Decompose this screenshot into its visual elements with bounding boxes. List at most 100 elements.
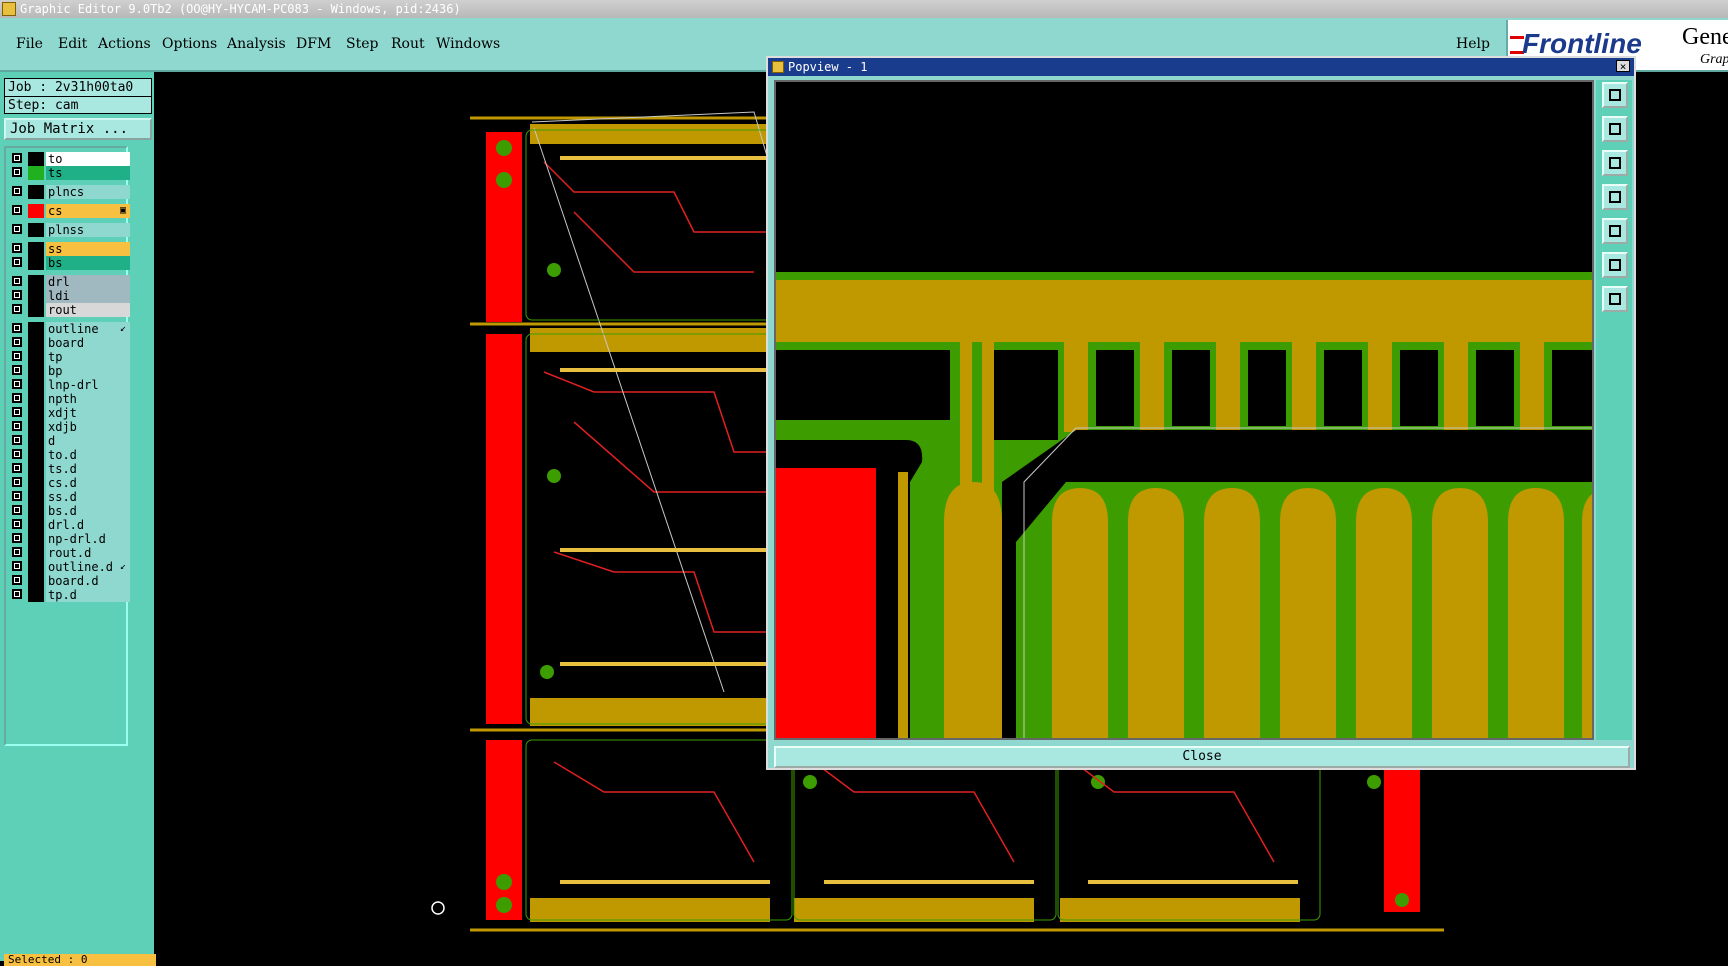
layer-color-swatch[interactable] <box>28 532 44 546</box>
layer-checkbox[interactable] <box>12 575 22 585</box>
layer-name[interactable]: npth <box>46 392 130 406</box>
menu-step[interactable]: Step <box>346 36 378 52</box>
layer-name[interactable]: drl.d <box>46 518 130 532</box>
layer-checkbox[interactable] <box>12 257 22 267</box>
layer-color-swatch[interactable] <box>28 588 44 602</box>
layer-row-to[interactable]: to <box>10 152 130 166</box>
layer-color-swatch[interactable] <box>28 392 44 406</box>
layer-name[interactable]: lnp-drl <box>46 378 130 392</box>
pan-right-icon[interactable] <box>1602 218 1628 244</box>
layer-color-swatch[interactable] <box>28 364 44 378</box>
layer-color-swatch[interactable] <box>28 256 44 270</box>
layer-color-swatch[interactable] <box>28 490 44 504</box>
layer-name[interactable]: plncs <box>46 185 130 199</box>
zoom-home-icon[interactable] <box>1602 82 1628 108</box>
zoom-in-icon[interactable] <box>1602 252 1628 278</box>
layer-color-swatch[interactable] <box>28 322 44 336</box>
layer-name[interactable]: rout <box>46 303 130 317</box>
layer-checkbox[interactable] <box>12 393 22 403</box>
menu-actions[interactable]: Actions <box>98 36 151 52</box>
layer-checkbox[interactable] <box>12 243 22 253</box>
layer-checkbox[interactable] <box>12 224 22 234</box>
layer-row-tp-d[interactable]: tp.d <box>10 588 130 602</box>
layer-color-swatch[interactable] <box>28 560 44 574</box>
layer-row-plncs[interactable]: plncs <box>10 185 130 199</box>
layer-row-npth[interactable]: npth <box>10 392 130 406</box>
layer-row-ss[interactable]: ss <box>10 242 130 256</box>
layer-row-to-d[interactable]: to.d <box>10 448 130 462</box>
menu-dfm[interactable]: DFM <box>296 36 331 52</box>
layer-name[interactable]: xdjt <box>46 406 130 420</box>
layer-checkbox[interactable] <box>12 435 22 445</box>
layer-name[interactable]: ts <box>46 166 130 180</box>
layer-color-swatch[interactable] <box>28 504 44 518</box>
popview-close-icon[interactable]: × <box>1616 60 1630 72</box>
layer-color-swatch[interactable] <box>28 223 44 237</box>
layer-row-board[interactable]: board <box>10 336 130 350</box>
layer-checkbox[interactable] <box>12 533 22 543</box>
popview-close-button[interactable]: Close <box>774 746 1630 768</box>
layer-color-swatch[interactable] <box>28 406 44 420</box>
layer-color-swatch[interactable] <box>28 434 44 448</box>
layer-checkbox[interactable] <box>12 186 22 196</box>
layer-row-drl[interactable]: drl <box>10 275 130 289</box>
layer-name[interactable]: to <box>46 152 130 166</box>
menu-file[interactable]: File <box>16 36 43 52</box>
pan-left-icon[interactable] <box>1602 184 1628 210</box>
layer-checkbox[interactable] <box>12 153 22 163</box>
layer-name[interactable]: ldi <box>46 289 130 303</box>
layer-checkbox[interactable] <box>12 477 22 487</box>
layer-name[interactable]: board <box>46 336 130 350</box>
layer-row-plnss[interactable]: plnss <box>10 223 130 237</box>
layer-name[interactable]: ts.d <box>46 462 130 476</box>
layer-checkbox[interactable] <box>12 589 22 599</box>
layer-color-swatch[interactable] <box>28 275 44 289</box>
layer-color-swatch[interactable] <box>28 420 44 434</box>
layer-row-tp[interactable]: tp <box>10 350 130 364</box>
layer-name[interactable]: tp.d <box>46 588 130 602</box>
layer-checkbox[interactable] <box>12 304 22 314</box>
layer-checkbox[interactable] <box>12 323 22 333</box>
layer-color-swatch[interactable] <box>28 574 44 588</box>
layer-checkbox[interactable] <box>12 449 22 459</box>
layer-color-swatch[interactable] <box>28 462 44 476</box>
layer-name[interactable]: outline ↙ <box>46 322 130 336</box>
layer-checkbox[interactable] <box>12 463 22 473</box>
layer-name[interactable]: plnss <box>46 223 130 237</box>
layer-row-np-drl-d[interactable]: np-drl.d <box>10 532 130 546</box>
layer-color-swatch[interactable] <box>28 242 44 256</box>
layer-color-swatch[interactable] <box>28 185 44 199</box>
menu-edit[interactable]: Edit <box>58 36 87 52</box>
menu-windows[interactable]: Windows <box>436 36 500 52</box>
menu-options[interactable]: Options <box>162 36 217 52</box>
layer-row-ts[interactable]: ts <box>10 166 130 180</box>
layer-row-ss-d[interactable]: ss.d <box>10 490 130 504</box>
layer-name[interactable]: bp <box>46 364 130 378</box>
layer-row-bs[interactable]: bs <box>10 256 130 270</box>
layer-row-rout[interactable]: rout <box>10 303 130 317</box>
layer-checkbox[interactable] <box>12 421 22 431</box>
layer-name[interactable]: bs.d <box>46 504 130 518</box>
layer-color-swatch[interactable] <box>28 152 44 166</box>
layer-name[interactable]: ss <box>46 242 130 256</box>
layer-checkbox[interactable] <box>12 351 22 361</box>
layer-checkbox[interactable] <box>12 205 22 215</box>
layer-checkbox[interactable] <box>12 519 22 529</box>
layer-name[interactable]: xdjb <box>46 420 130 434</box>
layer-checkbox[interactable] <box>12 379 22 389</box>
layer-color-swatch[interactable] <box>28 350 44 364</box>
layer-name[interactable]: outline.d ↙ <box>46 560 130 574</box>
layer-row-d[interactable]: d <box>10 434 130 448</box>
layer-row-board-d[interactable]: board.d <box>10 574 130 588</box>
pan-down-icon[interactable] <box>1602 150 1628 176</box>
layer-checkbox[interactable] <box>12 547 22 557</box>
menu-analysis[interactable]: Analysis <box>227 36 286 52</box>
layer-row-rout-d[interactable]: rout.d <box>10 546 130 560</box>
layer-checkbox[interactable] <box>12 290 22 300</box>
layer-row-outline[interactable]: outline ↙ <box>10 322 130 336</box>
layer-name[interactable]: ss.d <box>46 490 130 504</box>
layer-color-swatch[interactable] <box>28 546 44 560</box>
layer-checkbox[interactable] <box>12 491 22 501</box>
layer-checkbox[interactable] <box>12 561 22 571</box>
menu-help[interactable]: Help <box>1456 36 1490 52</box>
